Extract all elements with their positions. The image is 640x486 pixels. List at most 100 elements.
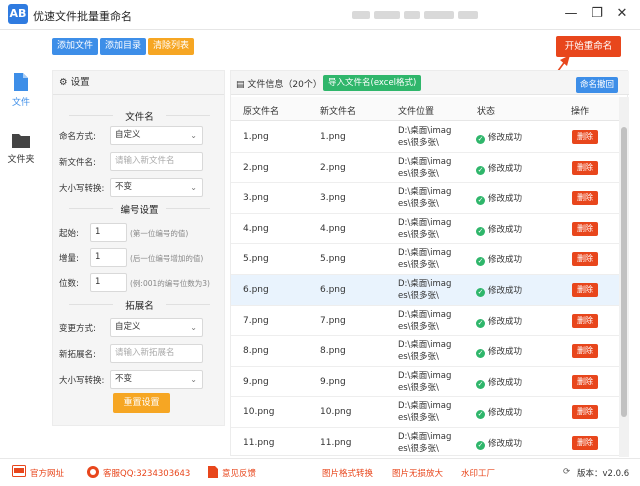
status-badge: ✓ 修改成功 [476,406,522,420]
table-header: 原文件名 新文件名 文件位置 状态 操作 [231,97,619,121]
file-table-body: 1.png 1.png D:\桌面\imag es\很多张\ ✓ 修改成功 删除 2.png 2… [231,122,619,457]
table-row[interactable]: 3.png 3.png D:\桌面\imag es\很多张\ ✓ 修改成功 删除 [231,183,619,214]
support-qq-link[interactable]: 客服QQ:3234303643 [103,467,190,479]
status-text: 修改成功 [488,224,523,235]
delete-row-button[interactable]: 删除 [572,191,598,206]
restore-button[interactable]: ❐ [588,5,606,23]
official-site-link[interactable]: 官方网址 [30,467,64,479]
delete-row-button[interactable]: 删除 [572,344,598,359]
delete-row-button[interactable]: 删除 [572,374,598,389]
table-row[interactable]: 4.png 4.png D:\桌面\imag es\很多张\ ✓ 修改成功 删除 [231,214,619,245]
new-ext-label: 新拓展名: [59,350,96,360]
chevron-down-icon: ⌄ [190,183,197,192]
column-header-location: 文件位置 [398,107,435,117]
nav-item-file-label: 文件 [11,98,30,108]
file-panel-header: ▤ 文件信息（20个） 导入文件名(excel格式) 命名撤回 [231,71,629,95]
new-ext-input[interactable]: 请输入新拓展名 [110,344,203,363]
minimize-button[interactable]: — [562,5,580,23]
close-button[interactable]: ✕ [613,5,631,23]
delete-row-button[interactable]: 删除 [572,160,598,175]
import-excel-button[interactable]: 导入文件名(excel格式) [323,75,422,91]
settings-title: 设置 [70,77,90,88]
table-row[interactable]: 5.png 5.png D:\桌面\imag es\很多张\ ✓ 修改成功 删除 [231,244,619,275]
case-label: 大小写转换: [59,184,105,194]
digits-hint: (例:001的编号位数为3) [130,279,210,288]
naming-mode-select[interactable]: 自定义 ⌄ [110,126,203,145]
new-filename-cell: 4.png [320,223,346,234]
start-number-input[interactable]: 1 [90,223,127,242]
naming-mode-value: 自定义 [115,130,141,140]
watermark-factory-link[interactable]: 水印工厂 [461,467,495,479]
status-badge: ✓ 修改成功 [476,192,522,206]
ext-section-title: 拓展名 [53,298,226,312]
nav-item-folder-label: 文件夹 [7,155,35,165]
ext-case-select[interactable]: 不变 ⌄ [110,370,203,389]
check-circle-icon: ✓ [476,379,485,389]
scrollbar-thumb[interactable] [621,127,627,417]
file-location-line: es\很多张\ [398,168,439,179]
table-row[interactable]: 6.png 6.png D:\桌面\imag es\很多张\ ✓ 修改成功 删除 [231,274,619,306]
file-panel: ▤ 文件信息（20个） 导入文件名(excel格式) 命名撤回 原文件名 新文件… [230,70,629,457]
image-format-convert-link[interactable]: 图片格式转换 [322,467,373,479]
version-label: 版本：v2.0.6 [577,469,630,479]
check-circle-icon: ✓ [476,287,485,297]
table-row[interactable]: 10.png 10.png D:\桌面\imag es\很多张\ ✓ 修改成功 删除 [231,397,619,428]
table-row[interactable]: 7.png 7.png D:\桌面\imag es\很多张\ ✓ 修改成功 删除 [231,306,619,337]
step-number-input[interactable]: 1 [90,248,127,267]
case-select[interactable]: 不变 ⌄ [110,178,203,197]
status-badge: ✓ 修改成功 [476,131,522,144]
table-row[interactable]: 2.png 2.png D:\桌面\imag es\很多张\ ✓ 修改成功 删除 [231,153,619,184]
delete-row-button[interactable]: 删除 [572,130,598,144]
original-filename-cell: 8.png [243,346,269,357]
refresh-icon: ⟳ [563,467,571,477]
ext-mode-select[interactable]: 自定义 ⌄ [110,318,203,337]
check-circle-icon: ✓ [476,226,485,236]
new-filename-cell: 10.png [320,407,352,418]
image-lossless-upscale-link[interactable]: 图片无损放大 [392,467,443,479]
original-filename-cell: 6.png [243,284,269,295]
file-location-line: D:\桌面\imag [398,156,452,167]
new-name-input[interactable]: 请输入新文件名 [110,152,203,171]
status-text: 修改成功 [488,133,523,143]
table-row[interactable]: 8.png 8.png D:\桌面\imag es\很多张\ ✓ 修改成功 删除 [231,336,619,367]
nav-item-folder[interactable]: 文件夹 [0,132,42,165]
feedback-icon [208,466,218,478]
original-filename-cell: 2.png [243,162,269,173]
file-location-line: D:\桌面\imag [398,217,452,228]
table-row[interactable]: 11.png 11.png D:\桌面\imag es\很多张\ ✓ 修改成功 删除 [231,428,619,457]
table-row[interactable]: 1.png 1.png D:\桌面\imag es\很多张\ ✓ 修改成功 删除 [231,122,619,153]
status-badge: ✓ 修改成功 [476,253,522,267]
new-name-label: 新文件名: [59,158,96,168]
case-value: 不变 [115,182,133,192]
check-circle-icon: ✓ [476,196,485,206]
undo-rename-button[interactable]: 命名撤回 [576,77,619,93]
step-hint: (后一位编号增加的值) [130,254,204,263]
status-text: 修改成功 [488,347,523,358]
add-directory-button[interactable]: 添加目录 [100,38,147,55]
delete-row-button[interactable]: 删除 [572,405,598,420]
feedback-link[interactable]: 意见反馈 [222,467,256,479]
gear-icon: ⚙ [59,77,68,88]
check-circle-icon: ✓ [476,318,485,328]
status-badge: ✓ 修改成功 [476,315,522,328]
chevron-down-icon: ⌄ [190,375,197,384]
delete-row-button[interactable]: 删除 [572,252,598,267]
reset-settings-button[interactable]: 重置设置 [113,393,170,413]
status-badge: ✓ 修改成功 [476,223,522,236]
settings-panel: ⚙ 设置 文件名 命名方式: 自定义 ⌄ 新文件名: 请输入新文件名 大小写转换… [52,70,225,426]
check-circle-icon: ✓ [476,257,485,267]
delete-row-button[interactable]: 删除 [572,313,598,328]
check-circle-icon: ✓ [476,349,485,359]
digits-number-input[interactable]: 1 [90,273,127,292]
file-location-line: es\很多张\ [398,321,439,332]
delete-row-button[interactable]: 删除 [572,435,598,450]
table-row[interactable]: 9.png 9.png D:\桌面\imag es\很多张\ ✓ 修改成功 删除 [231,367,619,398]
delete-row-button[interactable]: 删除 [572,221,598,236]
nav-item-file[interactable]: 文件 [0,72,42,108]
new-filename-cell: 11.png [320,437,352,448]
clear-list-button[interactable]: 清除列表 [148,38,195,55]
delete-row-button[interactable]: 删除 [572,282,598,297]
table-scrollbar[interactable] [619,97,629,457]
add-file-button[interactable]: 添加文件 [52,38,99,55]
ext-mode-value: 自定义 [115,322,141,332]
